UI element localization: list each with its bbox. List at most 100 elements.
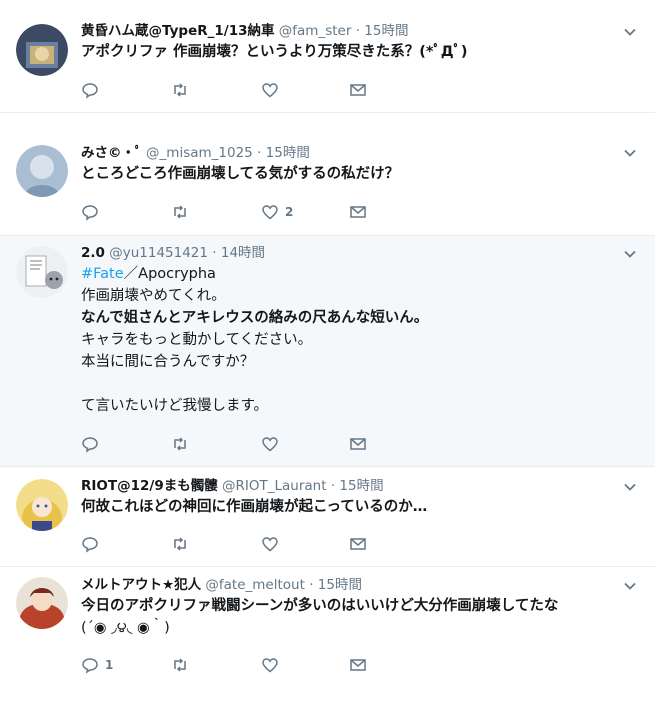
envelope-icon [350,538,366,550]
reply-icon [82,437,98,453]
like-button[interactable] [261,80,285,100]
heart-icon [262,658,278,673]
retweet-icon [174,83,186,97]
tweet-header: みさ©・ﾟ @_misam_1025 · 15時間 [81,143,635,163]
envelope-icon [350,438,366,450]
avatar[interactable] [16,145,68,197]
tweet-line: なんで姐さんとアキレウスの絡みの尺あんな短いん。 [81,310,429,326]
tweet-line: ／Apocrypha [123,266,216,282]
avatar[interactable] [16,479,68,531]
direct-message-button[interactable] [349,202,367,222]
display-name[interactable]: みさ©・ﾟ [81,145,142,161]
timestamp[interactable]: 15時間 [339,478,383,494]
tweet-line: アポクリファ 作画崩壊？というより万策尽きた系？(*ﾟДﾟ) [81,44,468,60]
direct-message-button[interactable] [349,80,367,100]
direct-message-button[interactable] [349,655,367,675]
tweet-text: 今日のアポクリファ戦闘シーンが多いのはいいけど大分作画崩壊してたな (´◉ ◞౪… [81,595,635,639]
tweet-header: 黄昏ハム蔵@TypeR_1/13納車 @fam_ster · 15時間 [81,21,635,41]
reply-icon [82,658,98,674]
user-handle[interactable]: @yu11451421 [109,245,208,261]
tweet-text: ところどころ作画崩壊してる気がするの私だけ？ [81,163,635,185]
tweet-line: 本当に間に合うんですか？ [81,354,255,370]
reply-count: 1 [105,658,114,672]
retweet-button[interactable] [171,534,189,554]
tweet[interactable]: メルトアウト★犯人 @fate_meltout · 15時間 今日のアポクリファ… [0,567,655,687]
separator-dot: · [212,245,217,261]
tweet-text: #Fate／Apocrypha 作画崩壊やめてくれ。 なんで姐さんとアキレウスの… [81,263,635,417]
envelope-icon [350,206,366,218]
reply-button[interactable] [81,202,105,222]
tweet-line: 今日のアポクリファ戦闘シーンが多いのはいいけど大分作画崩壊してたな [81,598,559,614]
tweet-line: ところどころ作画崩壊してる気がするの私だけ？ [81,166,400,182]
tweet-line: 何故これほどの神回に作画崩壊が起こっているのか… [81,499,428,515]
reply-button[interactable] [81,434,105,454]
display-name[interactable]: RIOT@12/9まも髑髏 [81,478,218,494]
envelope-icon [350,659,366,671]
display-name[interactable]: メルトアウト★犯人 [81,577,201,593]
separator-dot: · [330,478,336,494]
hashtag-link[interactable]: #Fate [81,266,124,282]
display-name[interactable]: 2.0 [81,245,105,261]
chevron-down-icon[interactable] [623,579,637,593]
separator-dot: · [355,23,360,39]
like-button[interactable] [261,434,285,454]
retweet-button[interactable] [171,80,189,100]
retweet-button[interactable] [171,434,189,454]
chevron-down-icon[interactable] [623,25,637,39]
tweet[interactable]: 黄昏ハム蔵@TypeR_1/13納車 @fam_ster · 15時間 アポクリ… [0,0,655,112]
timestamp[interactable]: 14時間 [221,245,265,261]
envelope-icon [350,84,366,96]
reply-button[interactable]: 1 [81,655,113,675]
display-name[interactable]: 黄昏ハム蔵@TypeR_1/13納車 [81,23,274,39]
heart-icon [262,205,278,220]
user-handle[interactable]: @RIOT_Laurant [222,478,327,494]
timestamp[interactable]: 15時間 [266,145,310,161]
separator [0,112,655,113]
like-button[interactable]: 2 [261,202,293,222]
reply-button[interactable] [81,534,105,554]
tweet[interactable]: みさ©・ﾟ @_misam_1025 · 15時間 ところどころ作画崩壊してる気… [0,123,655,235]
like-count: 2 [285,205,294,219]
tweet-header: RIOT@12/9まも髑髏 @RIOT_Laurant · 15時間 [81,476,635,496]
reply-icon [82,205,98,221]
like-button[interactable] [261,655,285,675]
reply-icon [82,537,98,553]
user-handle[interactable]: @fam_ster [279,23,352,39]
reply-icon [82,83,98,99]
tweet-header: 2.0 @yu11451421 · 14時間 [81,243,635,263]
retweet-icon [174,658,186,672]
tweet-line: キャラをもっと動かしてください。 [81,332,313,348]
tweet-header: メルトアウト★犯人 @fate_meltout · 15時間 [81,575,635,595]
heart-icon [262,437,278,452]
direct-message-button[interactable] [349,534,367,554]
avatar[interactable] [16,246,68,298]
direct-message-button[interactable] [349,434,367,454]
tweet-line [81,373,635,395]
avatar[interactable] [16,577,68,629]
retweet-button[interactable] [171,655,189,675]
tweet[interactable]: RIOT@12/9まも髑髏 @RIOT_Laurant · 15時間 何故これほ… [0,467,655,566]
tweet-text: 何故これほどの神回に作画崩壊が起こっているのか… [81,496,635,518]
timestamp[interactable]: 15時間 [364,23,408,39]
like-button[interactable] [261,534,285,554]
timestamp[interactable]: 15時間 [318,577,362,593]
heart-icon [262,83,278,98]
chevron-down-icon[interactable] [623,480,637,494]
chevron-down-icon[interactable] [623,146,637,160]
separator-dot: · [309,577,314,593]
heart-icon [262,537,278,552]
tweet-text: アポクリファ 作画崩壊？というより万策尽きた系？(*ﾟДﾟ) [81,41,635,63]
reply-button[interactable] [81,80,105,100]
retweet-button[interactable] [171,202,189,222]
user-handle[interactable]: @_misam_1025 [146,145,253,161]
tweet-line: て言いたいけど我慢します。 [81,398,269,414]
avatar[interactable] [16,24,68,76]
retweet-icon [174,437,186,451]
tweet-line: 作画崩壊やめてくれ。 [81,288,226,304]
tweet-line: (´◉ ◞౪◟ ◉｀) [81,620,170,636]
tweet[interactable]: 2.0 @yu11451421 · 14時間 #Fate／Apocrypha 作… [0,236,655,466]
retweet-icon [174,205,186,219]
chevron-down-icon[interactable] [623,247,637,261]
retweet-icon [174,537,186,551]
user-handle[interactable]: @fate_meltout [205,577,304,593]
